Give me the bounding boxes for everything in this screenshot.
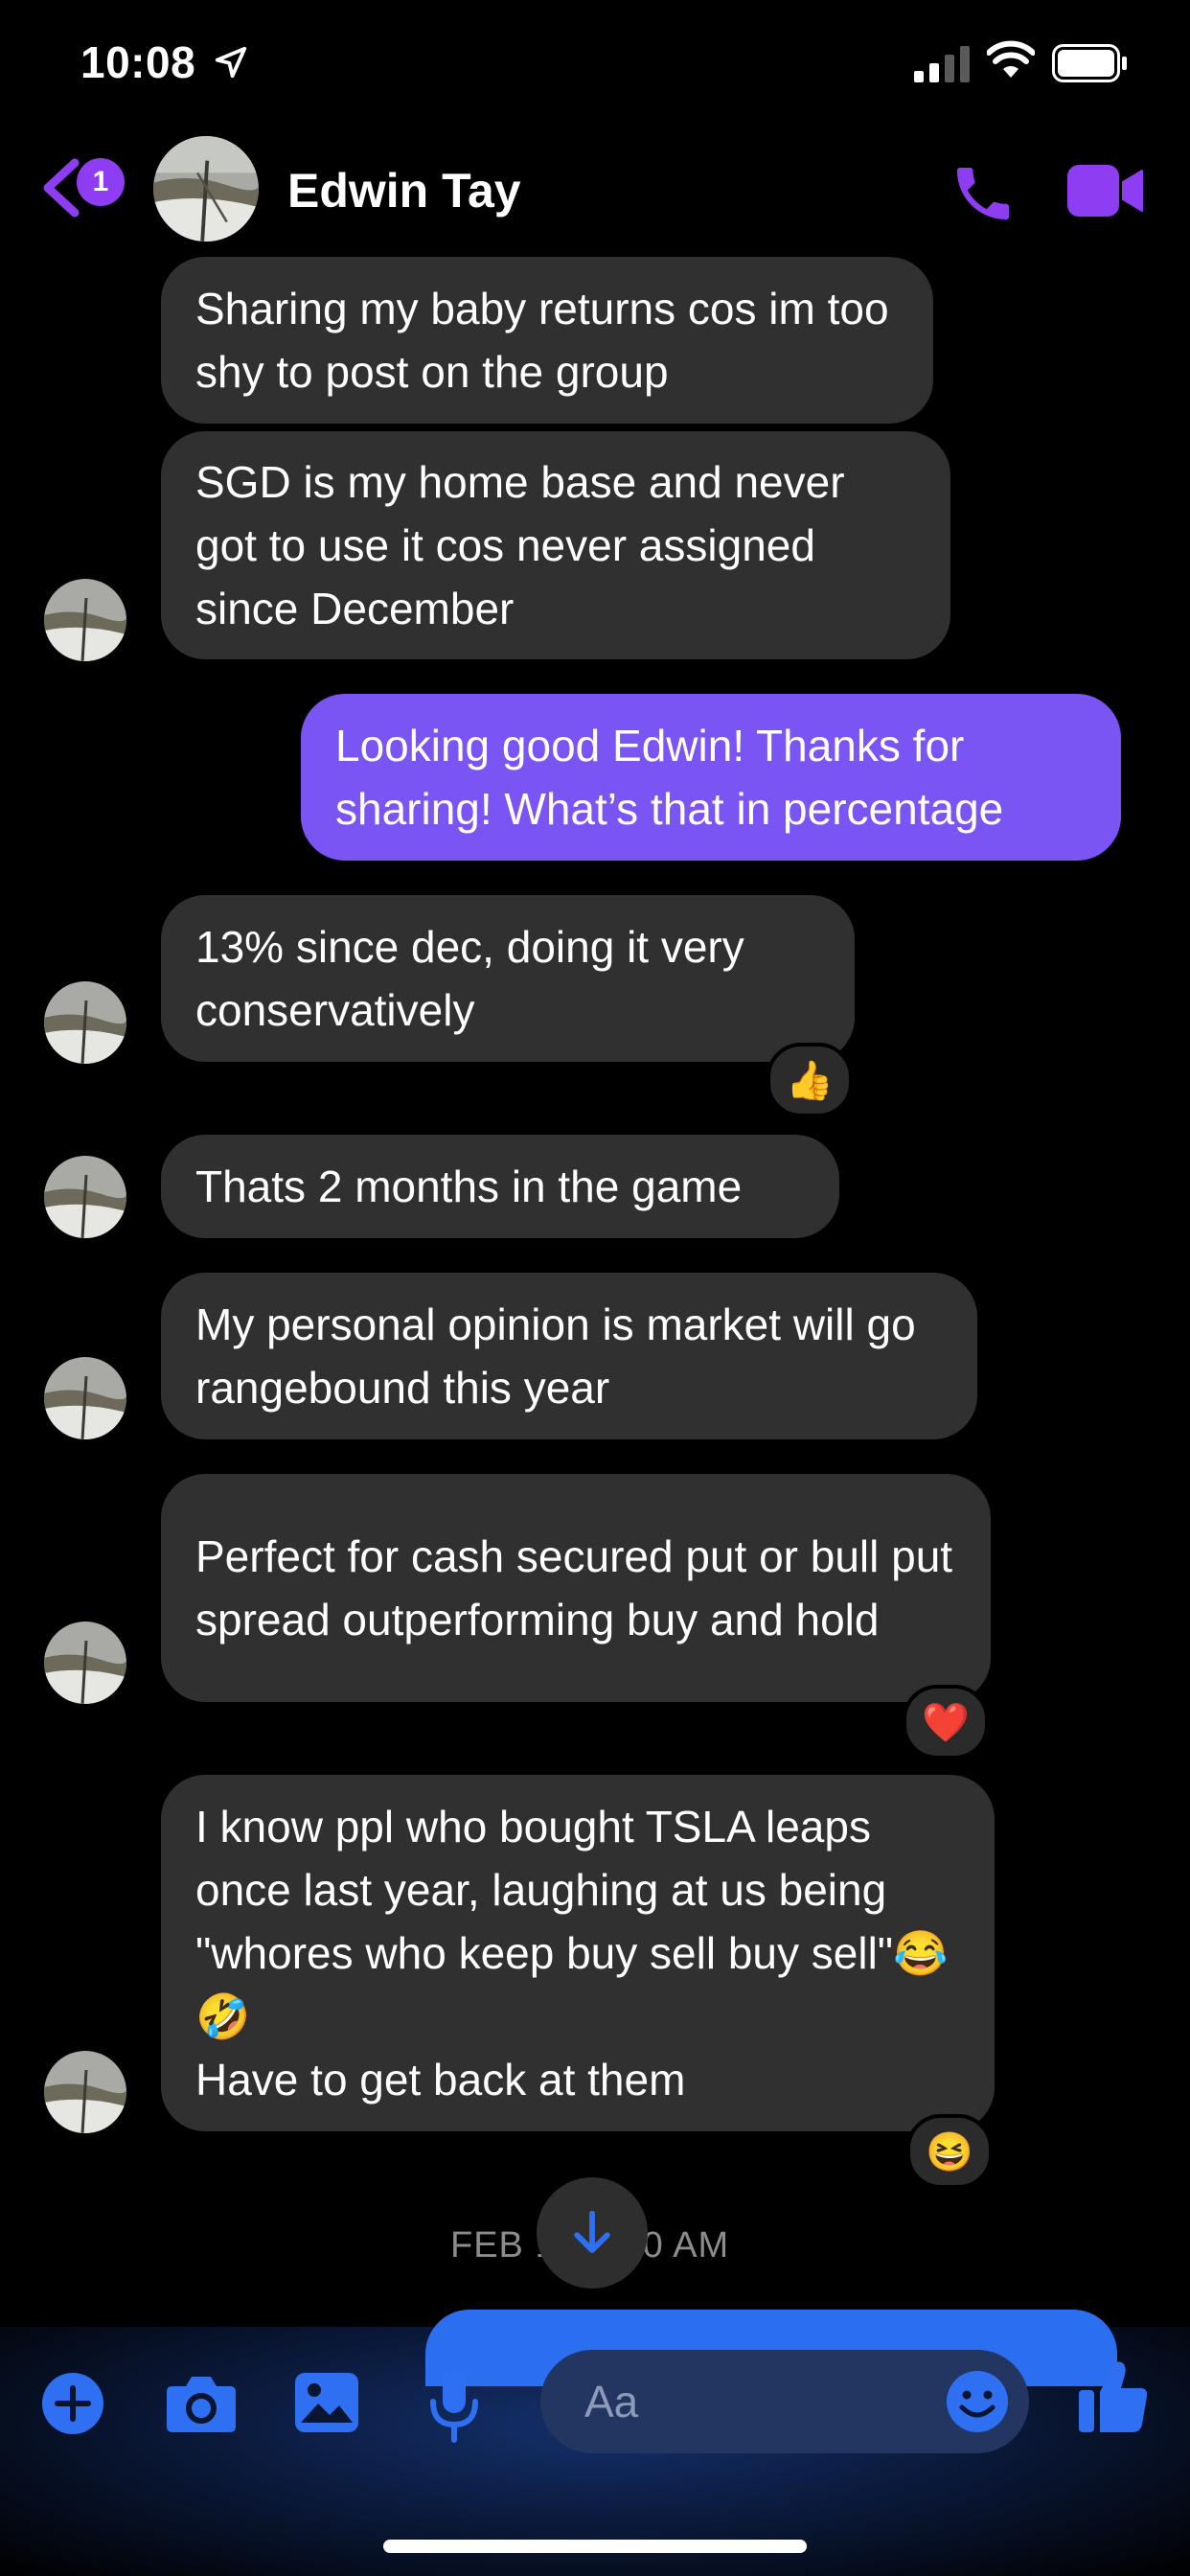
contact-name[interactable]: Edwin Tay: [287, 163, 521, 218]
location-arrow-icon: [215, 46, 247, 79]
avatar-photo: [153, 136, 259, 242]
thumbs-up-icon[interactable]: [1077, 2358, 1150, 2434]
status-time: 10:08: [80, 37, 196, 87]
wifi-icon: [987, 40, 1035, 78]
reaction-thumbs-up[interactable]: 👍: [767, 1043, 853, 1117]
message-bubble-incoming[interactable]: I know ppl who bought TSLA leaps once la…: [161, 1775, 995, 2131]
battery-icon: [1052, 44, 1127, 82]
sender-avatar[interactable]: [44, 579, 126, 661]
microphone-icon[interactable]: [427, 2367, 481, 2444]
cellular-signal-icon: [914, 46, 970, 82]
sender-avatar[interactable]: [44, 1357, 126, 1439]
message-bubble-incoming[interactable]: Thats 2 months in the game: [161, 1135, 839, 1238]
message-bubble-incoming[interactable]: Perfect for cash secured put or bull put…: [161, 1474, 991, 1702]
emoji-icon[interactable]: [945, 2369, 1010, 2434]
reaction-heart[interactable]: ❤️: [903, 1685, 989, 1760]
phone-call-icon[interactable]: [949, 159, 1018, 228]
sender-avatar[interactable]: [44, 2051, 126, 2133]
contact-avatar[interactable]: [153, 136, 259, 242]
message-bubble-incoming[interactable]: 13% since dec, doing it very conservativ…: [161, 895, 855, 1062]
unread-badge[interactable]: 1: [77, 158, 125, 206]
camera-icon[interactable]: [165, 2373, 238, 2434]
plus-icon[interactable]: [40, 2371, 105, 2436]
message-bubble-outgoing[interactable]: Looking good Edwin! Thanks for sharing! …: [301, 694, 1121, 861]
message-bubble-incoming[interactable]: My personal opinion is market will go ra…: [161, 1273, 977, 1439]
home-indicator[interactable]: [383, 2540, 807, 2553]
sender-avatar[interactable]: [44, 1622, 126, 1704]
sender-avatar[interactable]: [44, 1156, 126, 1238]
sender-avatar[interactable]: [44, 981, 126, 1064]
scroll-to-bottom-button[interactable]: [537, 2177, 648, 2288]
video-call-icon[interactable]: [1067, 165, 1144, 217]
arrow-down-icon: [574, 2210, 610, 2253]
date-separator-tail: 0 AM: [642, 2225, 730, 2266]
photo-gallery-icon[interactable]: [293, 2371, 360, 2434]
reaction-laughing[interactable]: 😆: [906, 2114, 993, 2189]
message-bubble-incoming[interactable]: SGD is my home base and never got to use…: [161, 431, 950, 659]
message-bubble-incoming[interactable]: Sharing my baby returns cos im too shy t…: [161, 257, 933, 424]
